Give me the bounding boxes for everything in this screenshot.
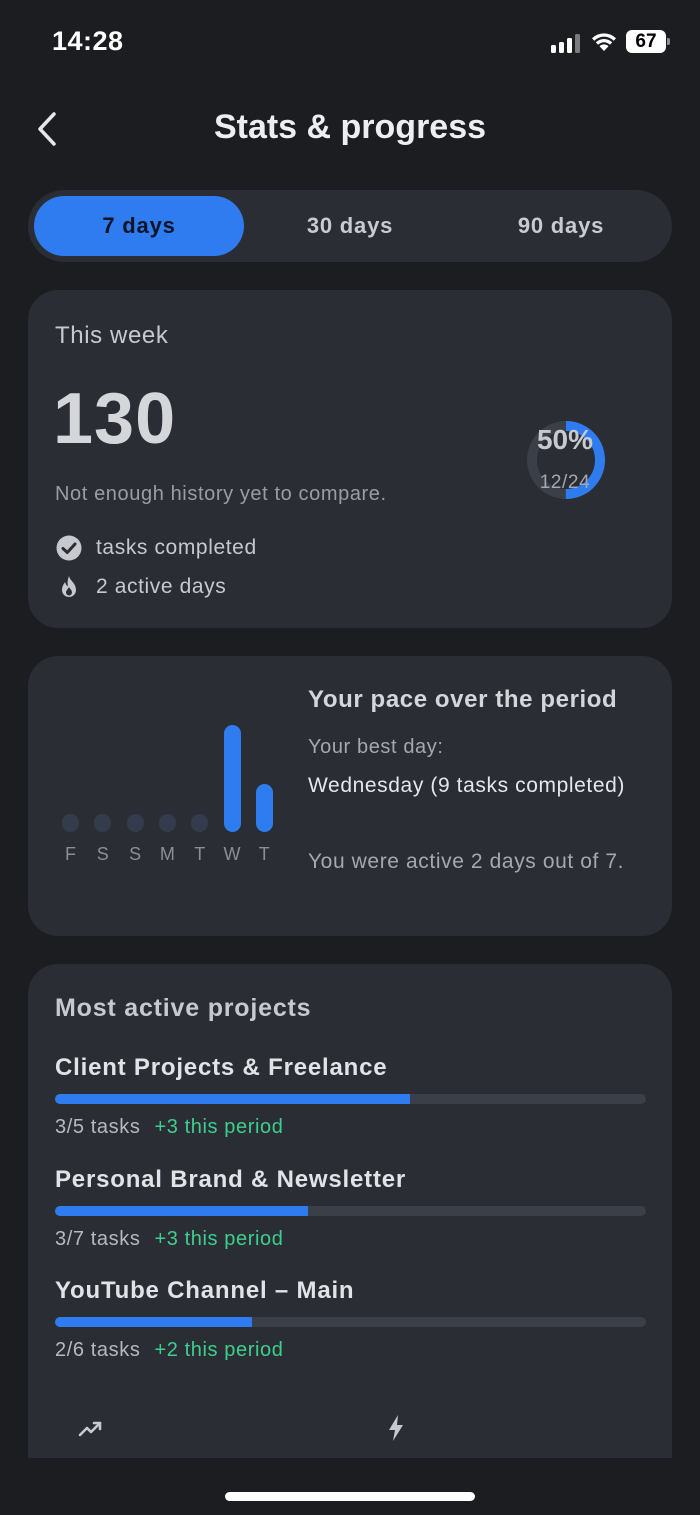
pace-card: FSSMTWT Your pace over the period Your b… [28,656,672,936]
project-name: Client Projects & Freelance [55,1054,388,1081]
tab-30-days[interactable]: 30 days [245,196,455,256]
week-compare-text: Not enough history yet to compare. [55,483,387,505]
progress-fraction: 12/24 [539,472,591,493]
status-bar: 14:28 67 [0,0,700,84]
best-day-label: Your best day: [308,736,444,758]
project-item[interactable]: YouTube Channel – Main 2/6 tasks +2 this … [55,1277,646,1377]
active-days-summary: You were active 2 days out of 7. [308,850,625,873]
project-name: Personal Brand & Newsletter [55,1166,407,1193]
project-name: YouTube Channel – Main [55,1277,355,1304]
projects-card: Most active projects Client Projects & F… [28,964,672,1458]
pace-bar-3 [158,814,176,832]
status-time: 14:28 [52,26,124,56]
pace-day-label: F [65,844,76,864]
pace-day-label: S [96,844,109,864]
lightning-icon[interactable] [381,1413,411,1443]
period-tabs: 7 days 30 days 90 days [28,190,672,262]
trending-up-icon[interactable] [76,1414,106,1444]
page-title: Stats & progress [213,108,487,146]
battery-level: 67 [635,31,657,52]
project-task-count: 3/5 tasks [55,1116,141,1138]
pace-bar-5 [223,725,241,832]
week-label: This week [55,322,169,349]
pace-day-label: M [159,844,175,864]
project-item[interactable]: Personal Brand & Newsletter 3/7 tasks +3 … [55,1166,646,1266]
project-delta: +3 this period [154,1116,284,1138]
pace-day-label: S [129,844,142,864]
pace-day-label: W [223,844,241,864]
pace-title: Your pace over the period [308,686,618,713]
project-progress-fill [55,1206,309,1216]
week-total: 130 [53,379,177,459]
project-delta: +3 this period [154,1228,284,1250]
project-item[interactable]: Client Projects & Freelance 3/5 tasks +3 … [55,1054,646,1154]
check-circle-icon [56,535,82,561]
tasks-completed-row: tasks completed [55,533,257,563]
project-progress-fill [55,1094,410,1104]
tab-7-days[interactable]: 7 days [34,196,244,256]
project-task-count: 3/7 tasks [55,1228,141,1250]
signal-icon [551,33,581,53]
best-day-value: Wednesday (9 tasks completed) [308,774,625,797]
project-progress-track [55,1206,646,1216]
progress-percent: 50% [536,424,594,455]
project-progress-fill [55,1317,252,1327]
pace-bar-4 [191,814,209,832]
project-task-count: 2/6 tasks [55,1339,141,1361]
pace-bar-chart: FSSMTWT [56,716,286,876]
project-progress-track [55,1094,646,1104]
this-week-card: This week 130 Not enough history yet to … [28,290,672,628]
pace-bar-6 [255,784,273,832]
pace-bar-0 [62,814,79,832]
active-days-label: 2 active days [96,575,227,598]
battery-icon: 67 [626,30,670,53]
pace-bar-1 [94,814,112,832]
pace-day-label: T [194,844,206,864]
projects-heading: Most active projects [55,994,312,1022]
wifi-icon [592,33,616,51]
pace-bar-2 [126,814,144,832]
home-indicator[interactable] [225,1492,475,1501]
tasks-completed-label: tasks completed [96,536,257,559]
pace-day-label: T [258,844,270,864]
flame-icon [62,576,76,597]
project-delta: +2 this period [154,1339,284,1361]
active-days-row: 2 active days [55,572,226,602]
project-progress-track [55,1317,646,1327]
tab-90-days[interactable]: 90 days [456,196,666,256]
